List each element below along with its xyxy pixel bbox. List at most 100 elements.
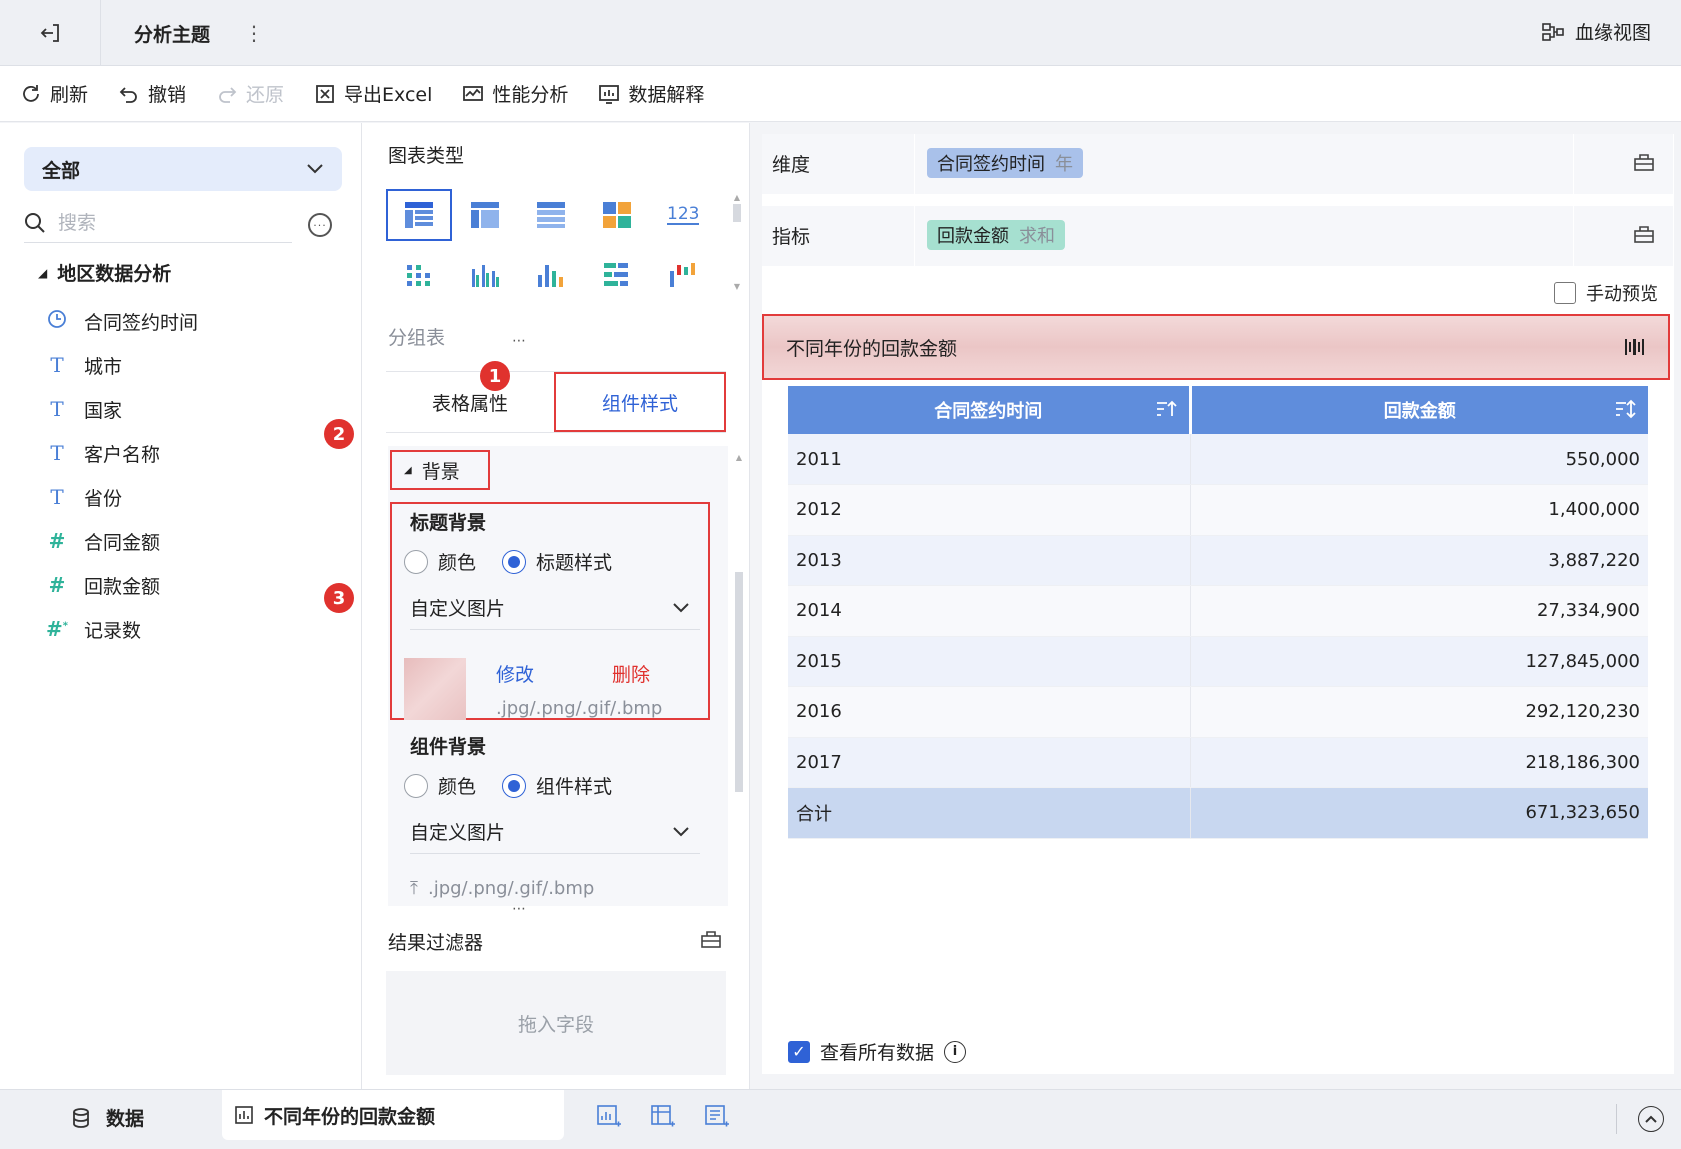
column-chart-option[interactable] <box>518 249 584 301</box>
filter-settings-icon[interactable] <box>700 929 722 954</box>
background-section-toggle[interactable]: ◢ 背景 <box>390 450 490 490</box>
preview-area: 维度 合同签约时间 年 指标 回款金额 求和 手动预览 不同年份的回款金额 合同… <box>762 134 1674 1074</box>
add-text-button[interactable] <box>702 1102 732 1132</box>
select-value: 自定义图片 <box>410 822 506 844</box>
chevron-down-icon <box>673 602 689 612</box>
field-item[interactable]: T 城市 <box>46 343 346 387</box>
cell-amount: 3,887,220 <box>1190 535 1648 586</box>
radio-color[interactable] <box>404 773 428 798</box>
delete-image-link[interactable]: 删除 <box>612 660 650 687</box>
dimension-toolbox-icon[interactable] <box>1633 152 1655 177</box>
title-background-options: 颜色 标题样式 <box>404 548 612 575</box>
bar-chart-icon <box>604 263 628 286</box>
manual-preview-toggle[interactable]: 手动预览 <box>1554 280 1658 306</box>
resize-handle[interactable]: ⋯ <box>512 333 528 349</box>
title-image-select[interactable]: 自定义图片 <box>410 586 700 630</box>
folder-region-analysis[interactable]: ◢ 地区数据分析 <box>38 259 171 286</box>
measure-toolbox-icon[interactable] <box>1633 224 1655 249</box>
chart-type-grid: 123 <box>386 189 718 301</box>
upload-image-button[interactable]: ⤒ .jpg/.png/.gif/.bmp <box>410 878 594 899</box>
info-icon[interactable]: i <box>944 1040 967 1063</box>
sort-ascending-icon[interactable] <box>1155 398 1177 420</box>
cell-year: 2015 <box>788 636 1191 687</box>
more-icon[interactable]: ⋮ <box>244 18 264 48</box>
text-type-icon: T <box>50 397 64 421</box>
export-excel-button[interactable]: 导出Excel <box>314 80 432 107</box>
field-item[interactable]: # 回款金额 <box>46 563 346 607</box>
field-item[interactable]: T 省份 <box>46 475 346 519</box>
tab-component-style[interactable]: 组件样式 <box>554 372 726 432</box>
dashboard-card-chart-option[interactable] <box>584 189 650 241</box>
refresh-button[interactable]: 刷新 <box>20 80 88 107</box>
collapse-up-icon[interactable] <box>1638 1106 1664 1132</box>
more-options-icon[interactable]: ··· <box>308 213 332 237</box>
add-chart-button[interactable] <box>594 1102 624 1132</box>
scope-select[interactable]: 全部 <box>24 147 342 191</box>
field-item[interactable]: 合同签约时间 <box>46 299 346 343</box>
dimension-drop-zone[interactable]: 合同签约时间 年 <box>914 134 1574 194</box>
field-item[interactable]: T 客户名称 <box>46 431 346 475</box>
barcode-icon[interactable] <box>1624 337 1646 357</box>
exit-button[interactable] <box>30 16 72 50</box>
add-table-button[interactable] <box>648 1102 678 1132</box>
view-all-data-toggle[interactable]: ✓ 查看所有数据 i <box>788 1038 967 1065</box>
kpi-number-chart-option[interactable]: 123 <box>650 189 716 241</box>
manual-preview-label: 手动预览 <box>1586 284 1658 305</box>
filter-drop-zone[interactable]: 拖入字段 <box>386 971 726 1075</box>
redo-icon <box>219 86 237 103</box>
waterfall-icon <box>670 263 695 287</box>
settings-scrollbar[interactable]: ▲ <box>734 453 744 903</box>
radio-component-style[interactable] <box>502 773 527 798</box>
detail-table-chart-option[interactable] <box>518 189 584 241</box>
dimension-field-pill[interactable]: 合同签约时间 年 <box>927 148 1083 178</box>
cross-table-chart-option[interactable] <box>452 189 518 241</box>
resize-handle[interactable]: ⋯ <box>512 901 528 917</box>
grouped-column-chart-option[interactable] <box>452 249 518 301</box>
radio-title-style[interactable] <box>502 549 527 574</box>
table-row: 2015 127,845,000 <box>788 636 1648 687</box>
view-all-checkbox[interactable]: ✓ <box>788 1040 810 1063</box>
group-table-icon <box>405 202 433 228</box>
tab-table-properties[interactable]: 表格属性 <box>386 372 554 432</box>
field-item[interactable]: T 国家 <box>46 387 346 431</box>
group-table-chart-option[interactable] <box>386 189 452 241</box>
scatter-bar-chart-option[interactable] <box>386 249 452 301</box>
measure-drop-zone[interactable]: 回款金额 求和 <box>914 206 1574 266</box>
component-tab-label: 不同年份的回款金额 <box>264 1105 436 1128</box>
redo-button[interactable]: 还原 <box>216 80 284 107</box>
search-box <box>24 203 292 243</box>
bar-chart-option[interactable] <box>584 249 650 301</box>
field-item[interactable]: #* 记录数 <box>46 607 346 651</box>
search-input[interactable] <box>58 211 258 234</box>
explain-button[interactable]: 数据解释 <box>598 80 704 107</box>
component-image-select[interactable]: 自定义图片 <box>410 810 700 854</box>
card-grid-icon <box>603 202 631 228</box>
table-row: 2011 550,000 <box>788 434 1648 485</box>
sort-icon[interactable] <box>1614 398 1636 420</box>
add-component-buttons <box>594 1102 732 1132</box>
edit-image-link[interactable]: 修改 <box>496 660 534 687</box>
chart-type-scrollbar[interactable]: ▲ ▼ <box>732 193 742 293</box>
table-row: 2017 218,186,300 <box>788 737 1648 788</box>
measure-field-pill[interactable]: 回款金额 求和 <box>927 220 1065 250</box>
column-header-amount[interactable]: 回款金额 <box>1190 386 1648 434</box>
column-header-time[interactable]: 合同签约时间 <box>788 386 1192 434</box>
data-tab[interactable]: 数据 <box>70 1104 144 1131</box>
field-item[interactable]: # 合同金额 <box>46 519 346 563</box>
search-icon <box>25 212 45 233</box>
undo-button[interactable]: 撤销 <box>118 80 186 107</box>
pill-field: 合同签约时间 <box>937 154 1045 175</box>
component-tab[interactable]: 不同年份的回款金额 <box>222 1090 564 1140</box>
waterfall-chart-option[interactable] <box>650 249 716 301</box>
manual-preview-checkbox[interactable] <box>1554 282 1576 304</box>
background-section-label: 背景 <box>421 460 460 483</box>
radio-color[interactable] <box>404 549 428 574</box>
performance-button[interactable]: 性能分析 <box>462 80 568 107</box>
upload-format-hint: .jpg/.png/.gif/.bmp <box>427 878 595 899</box>
cell-amount: 550,000 <box>1190 434 1648 485</box>
result-filter-heading: 结果过滤器 <box>388 932 484 954</box>
field-label: 合同金额 <box>84 531 161 554</box>
radio-color-label: 颜色 <box>438 552 477 574</box>
lineage-view-button[interactable]: 血缘视图 <box>1541 18 1651 45</box>
cell-year: 2016 <box>788 686 1191 738</box>
